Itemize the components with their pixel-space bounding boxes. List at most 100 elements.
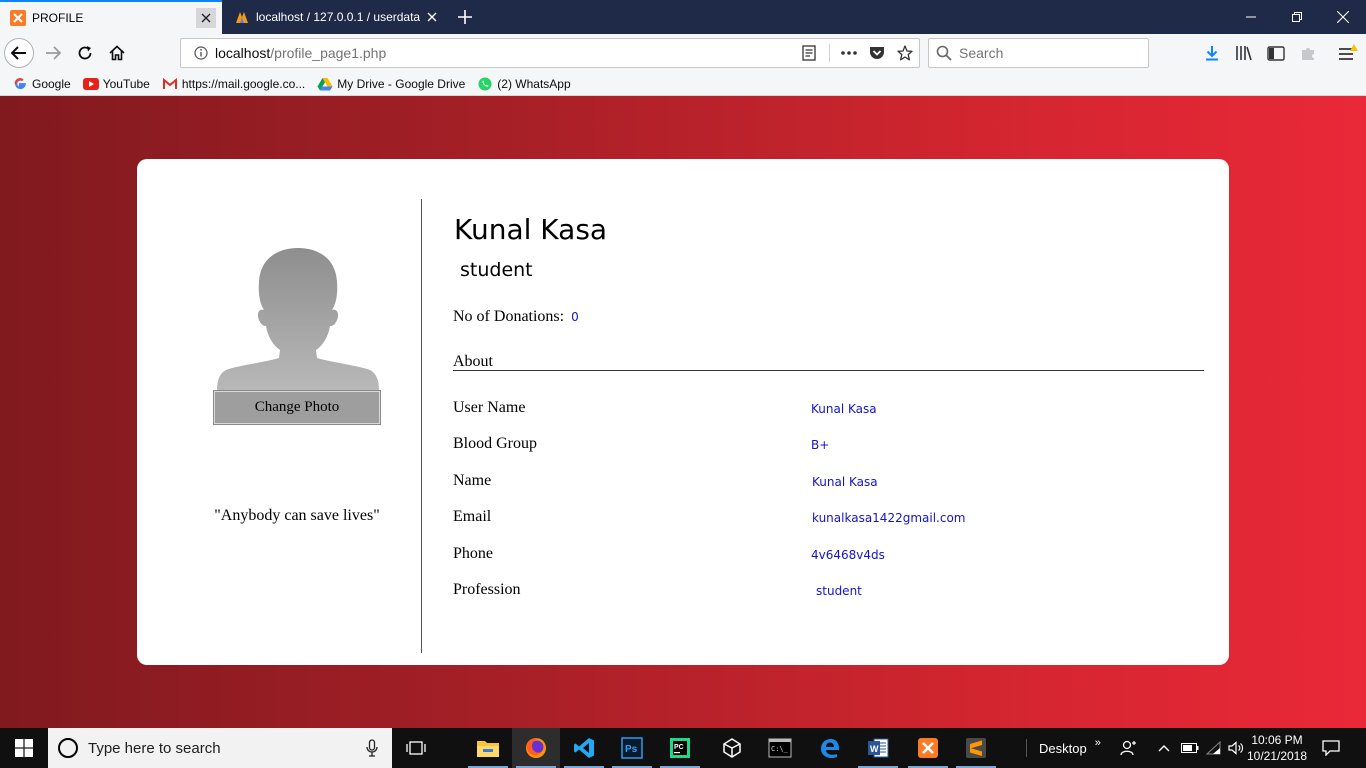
separator xyxy=(823,39,835,67)
svg-text:PC: PC xyxy=(674,744,684,751)
svg-text:W: W xyxy=(870,744,879,754)
forward-button[interactable] xyxy=(38,38,68,68)
address-bar[interactable]: localhost/profile_page1.php xyxy=(180,38,920,68)
terminal-icon: C:\_ xyxy=(768,738,792,758)
restore-icon xyxy=(1292,12,1302,22)
chevron-up-icon xyxy=(1158,745,1170,752)
detail-label: Email xyxy=(453,508,492,525)
vscode-icon xyxy=(574,738,594,758)
bookmark-whatsapp[interactable]: (2) WhatsApp xyxy=(477,76,571,92)
taskbar-vscode[interactable] xyxy=(560,728,608,768)
google-icon xyxy=(12,76,28,92)
svg-text:C:\_: C:\_ xyxy=(771,745,789,753)
bookmark-google-drive[interactable]: My Drive - Google Drive xyxy=(317,76,465,92)
edge-icon xyxy=(821,739,839,759)
unity-icon xyxy=(723,738,741,758)
detail-row-blood-group: Blood Group B+ xyxy=(453,435,1204,455)
menu-button[interactable] xyxy=(1333,38,1363,68)
url-path: /profile_page1.php xyxy=(270,45,387,61)
bookmark-youtube[interactable]: YouTube xyxy=(82,76,150,92)
task-view-button[interactable] xyxy=(392,728,440,768)
page-info-icon[interactable] xyxy=(189,46,213,60)
taskbar-terminal[interactable]: C:\_ xyxy=(756,728,804,768)
downloads-button[interactable] xyxy=(1197,38,1227,68)
search-icon xyxy=(929,45,959,61)
pycharm-icon: PC xyxy=(670,738,690,758)
bookmark-google[interactable]: Google xyxy=(12,76,71,92)
url-text: localhost/profile_page1.php xyxy=(215,45,386,61)
back-button[interactable] xyxy=(4,38,34,68)
taskbar-edge[interactable] xyxy=(806,728,854,768)
profile-quote: "Anybody can save lives" xyxy=(214,507,380,524)
close-window-button[interactable] xyxy=(1320,0,1366,34)
chevron-right-icon[interactable]: » xyxy=(1095,737,1101,749)
hamburger-menu-icon xyxy=(1339,44,1358,60)
youtube-icon xyxy=(82,76,99,92)
windows-taskbar: Type here to search Ps PC C:\_ W Desktop… xyxy=(0,728,1366,768)
photoshop-icon: Ps xyxy=(621,737,643,759)
taskbar-pycharm[interactable]: PC xyxy=(656,728,704,768)
detail-value: Kunal Kasa xyxy=(811,402,877,416)
taskbar-file-explorer[interactable] xyxy=(464,728,512,768)
library-button[interactable] xyxy=(1229,38,1259,68)
search-bar[interactable] xyxy=(928,38,1149,68)
battery-indicator[interactable] xyxy=(1181,728,1199,768)
close-tab-icon[interactable] xyxy=(422,7,442,27)
people-button[interactable] xyxy=(1120,728,1138,768)
page-actions-icon[interactable] xyxy=(835,39,863,67)
tab-title: PROFILE xyxy=(32,11,84,25)
tab-phpmyadmin[interactable]: localhost / 127.0.0.1 / userdata xyxy=(224,0,448,34)
taskbar-xampp[interactable] xyxy=(904,728,952,768)
puzzle-icon xyxy=(1302,48,1314,60)
action-center-button[interactable] xyxy=(1322,728,1340,768)
detail-label: Blood Group xyxy=(453,435,537,452)
pocket-icon[interactable] xyxy=(863,39,891,67)
new-tab-button[interactable] xyxy=(452,5,478,29)
detail-value: B+ xyxy=(811,438,830,452)
sidebar-icon xyxy=(1267,45,1285,61)
word-icon: W xyxy=(868,738,889,758)
detail-label: Name xyxy=(453,472,492,489)
reload-button[interactable] xyxy=(70,38,100,68)
browser-tab-strip: PROFILE localhost / 127.0.0.1 / userdata xyxy=(0,0,1366,34)
clock-time: 10:06 PM xyxy=(1251,733,1303,747)
taskbar-word[interactable]: W xyxy=(854,728,902,768)
volume-indicator[interactable] xyxy=(1228,728,1244,768)
tab-profile[interactable]: PROFILE xyxy=(0,0,222,34)
bookmark-star-icon[interactable] xyxy=(891,39,919,67)
reader-view-icon[interactable] xyxy=(795,39,823,67)
notification-icon xyxy=(1322,740,1340,756)
plus-icon xyxy=(458,10,472,24)
desktop-toolbar[interactable]: Desktop » xyxy=(1026,728,1101,768)
minimize-window-button[interactable] xyxy=(1228,0,1274,34)
profile-name: Kunal Kasa xyxy=(454,213,608,246)
show-hidden-icons-button[interactable] xyxy=(1158,728,1170,768)
taskbar-search-box[interactable]: Type here to search xyxy=(48,728,392,768)
microphone-icon[interactable] xyxy=(366,739,378,760)
bookmarks-toolbar: Google YouTube https://mail.google.co...… xyxy=(0,72,1366,96)
start-button[interactable] xyxy=(0,728,48,768)
bookmark-label: Google xyxy=(32,76,71,91)
detail-label: User Name xyxy=(453,399,526,416)
taskbar-clock[interactable]: 10:06 PM 10/21/2018 xyxy=(1244,732,1310,764)
home-button[interactable] xyxy=(102,38,132,68)
search-input[interactable] xyxy=(959,45,1139,61)
taskbar-sublime[interactable] xyxy=(952,728,1000,768)
extension-button[interactable] xyxy=(1293,38,1323,68)
home-icon xyxy=(109,45,125,61)
taskbar-unity[interactable] xyxy=(708,728,756,768)
xampp-icon xyxy=(10,10,26,26)
sublime-text-icon xyxy=(966,738,986,758)
page-background: Change Photo "Anybody can save lives" Ku… xyxy=(0,96,1366,728)
navigation-toolbar: localhost/profile_page1.php xyxy=(0,34,1366,72)
taskbar-photoshop[interactable]: Ps xyxy=(608,728,656,768)
close-tab-icon[interactable] xyxy=(196,8,216,28)
restore-window-button[interactable] xyxy=(1274,0,1320,34)
sidebar-toggle-button[interactable] xyxy=(1261,38,1291,68)
bookmark-gmail[interactable]: https://mail.google.co... xyxy=(162,76,305,92)
network-indicator[interactable] xyxy=(1206,728,1222,768)
change-photo-button[interactable]: Change Photo xyxy=(213,390,381,425)
battery-icon xyxy=(1181,743,1199,753)
bookmark-label: (2) WhatsApp xyxy=(497,76,571,91)
taskbar-firefox[interactable] xyxy=(512,728,560,768)
